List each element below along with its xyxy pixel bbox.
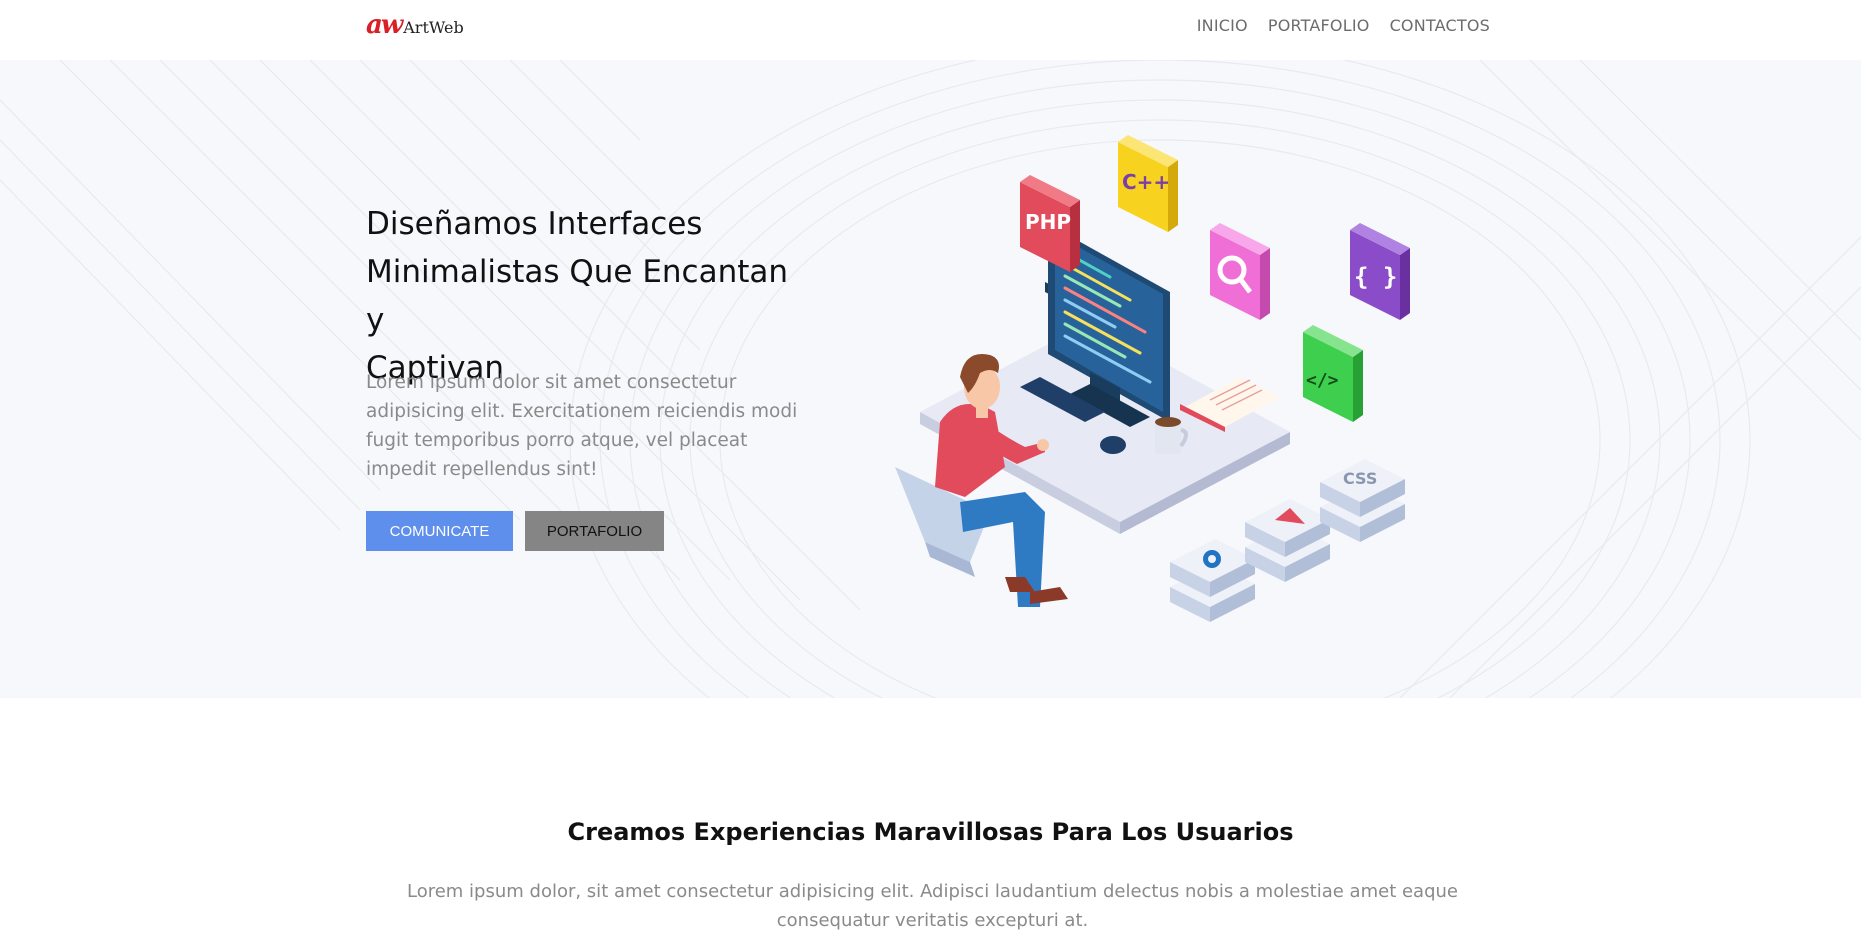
section-description: Lorem ipsum dolor, sit amet consectetur … xyxy=(406,881,1458,931)
developer-illustration: PHP C++ { } </> CSS xyxy=(895,135,1410,622)
code-label: </> xyxy=(1306,370,1339,391)
mouse xyxy=(1100,436,1126,454)
hero-title-line-1: Diseñamos Interfaces xyxy=(366,206,703,242)
css-block-stack: CSS xyxy=(1320,459,1405,542)
braces-tile: { } xyxy=(1350,223,1410,320)
comunicate-button[interactable]: COMUNICATE xyxy=(366,511,513,551)
play-block-stack xyxy=(1245,499,1330,582)
code-tile: </> xyxy=(1303,325,1363,422)
logo-text: ArtWeb xyxy=(403,18,464,37)
hero-title: Diseñamos Interfaces Minimalistas Que En… xyxy=(366,200,816,392)
hero-section: Diseñamos Interfaces Minimalistas Que En… xyxy=(0,60,1861,698)
main-nav: INICIO PORTAFOLIO CONTACTOS xyxy=(1197,16,1490,35)
hero-description: Lorem ipsum dolor sit amet consectetur a… xyxy=(366,372,798,480)
hero-title-line-2: Minimalistas Que Encantan y xyxy=(366,254,789,338)
logo[interactable]: aw ArtWeb xyxy=(366,12,464,38)
php-label: PHP xyxy=(1025,210,1071,234)
search-tile xyxy=(1210,223,1270,320)
portafolio-button[interactable]: PORTAFOLIO xyxy=(525,511,664,551)
cpp-label: C++ xyxy=(1122,170,1170,194)
cpp-tile: C++ xyxy=(1118,135,1178,232)
logo-mark: aw xyxy=(366,10,403,40)
nav-link-inicio[interactable]: INICIO xyxy=(1197,16,1248,35)
php-tile: PHP xyxy=(1020,175,1080,272)
braces-label: { } xyxy=(1354,263,1397,291)
nav-link-contactos[interactable]: CONTACTOS xyxy=(1390,16,1490,35)
gear-block-stack xyxy=(1170,539,1255,622)
css-label: CSS xyxy=(1343,469,1377,488)
navbar: aw ArtWeb INICIO PORTAFOLIO CONTACTOS xyxy=(0,0,1861,60)
section-title: Creamos Experiencias Maravillosas Para L… xyxy=(567,818,1294,846)
nav-link-portafolio[interactable]: PORTAFOLIO xyxy=(1268,16,1370,35)
